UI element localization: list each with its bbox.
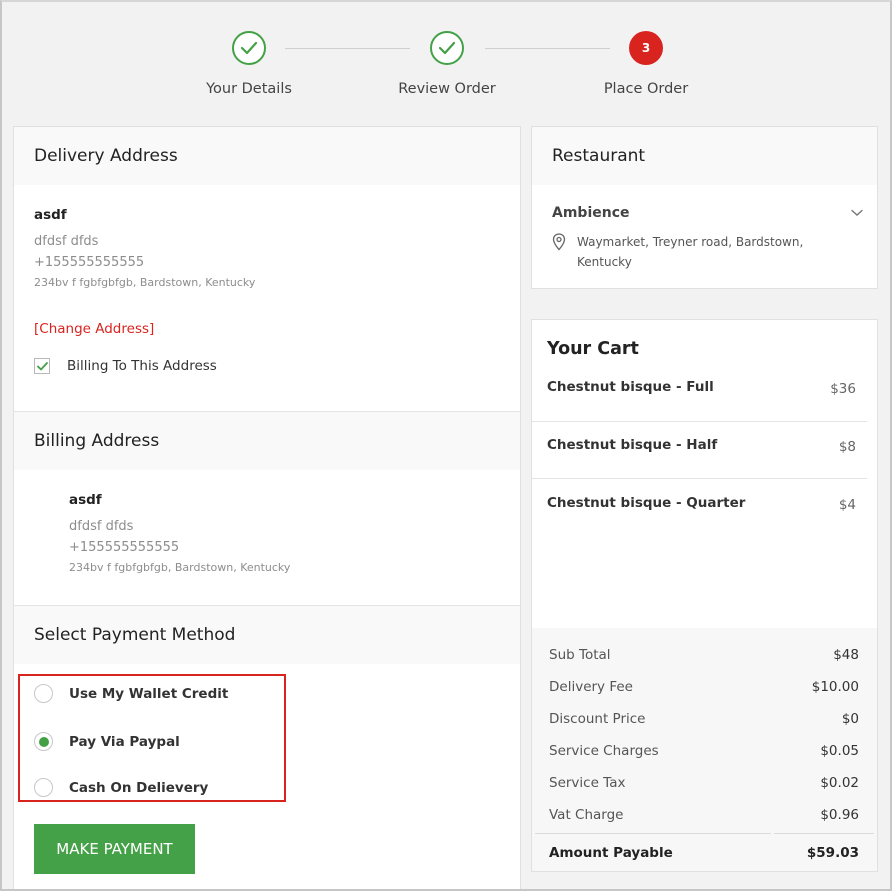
restaurant-address: Waymarket, Treyner road, Bardstown, Kent… — [577, 232, 803, 272]
make-payment-button[interactable]: MAKE PAYMENT — [34, 824, 195, 874]
checkout-left-panel: Delivery Address asdf dfdsf dfds +155555… — [13, 126, 521, 891]
cart-item-price: $8 — [838, 439, 856, 455]
payment-option-label: Use My Wallet Credit — [69, 685, 229, 702]
payment-option-label: Cash On Delievery — [69, 779, 209, 796]
restaurant-name: Ambience — [552, 205, 630, 221]
billing-to-this-address-label: Billing To This Address — [67, 358, 217, 374]
total-label: Service Charges — [549, 743, 659, 759]
checkout-stepper: Your Details Review Order 3 Place Order — [0, 0, 892, 120]
delivery-address-block: asdf dfdsf dfds +155555555555 234bv f fg… — [34, 207, 255, 289]
cart-item-name: Chestnut bisque - Quarter — [547, 495, 746, 511]
total-row: Delivery Fee $10.00 — [532, 679, 877, 695]
restaurant-address-line1: Waymarket, Treyner road, Bardstown, — [577, 235, 804, 249]
radio-selected-dot — [38, 736, 49, 747]
total-value: $0.02 — [820, 775, 859, 791]
total-label: Service Tax — [549, 775, 626, 791]
location-pin-icon — [552, 233, 566, 251]
billing-address-heading: Billing Address — [14, 412, 520, 470]
delivery-address: 234bv f fgbfgbfgb, Bardstown, Kentucky — [34, 276, 256, 289]
total-value: $10.00 — [811, 679, 859, 695]
wallet-radio[interactable] — [34, 684, 53, 703]
delivery-phone: +155555555555 — [34, 255, 145, 270]
billing-address: 234bv f fgbfgbfgb, Bardstown, Kentucky — [69, 561, 291, 574]
paypal-radio[interactable] — [34, 732, 53, 751]
billing-name: asdf — [69, 492, 102, 508]
amount-payable-value: $59.03 — [806, 845, 859, 861]
check-icon — [232, 31, 266, 65]
step-place-order[interactable]: 3 Place Order — [556, 31, 736, 97]
cart-item-price: $4 — [838, 497, 856, 513]
cart-totals: Sub Total $48 Delivery Fee $10.00 Discou… — [532, 628, 877, 871]
billing-phone: +155555555555 — [69, 540, 180, 555]
total-label: Sub Total — [549, 647, 611, 663]
total-label: Delivery Fee — [549, 679, 633, 695]
payment-options-group: Use My Wallet Credit Pay Via Paypal Cash… — [18, 674, 286, 802]
total-label: Vat Charge — [549, 807, 624, 823]
billing-address-block: asdf dfdsf dfds +155555555555 234bv f fg… — [69, 492, 290, 574]
totals-divider — [535, 833, 771, 834]
total-row: Discount Price $0 — [532, 711, 877, 727]
payment-method-heading: Select Payment Method — [14, 606, 520, 664]
step-label: Review Order — [398, 81, 496, 97]
totals-divider — [774, 833, 874, 834]
restaurant-row[interactable]: Ambience — [552, 205, 863, 221]
payment-option-wallet[interactable]: Use My Wallet Credit — [34, 684, 228, 703]
step-label: Place Order — [603, 81, 689, 97]
delivery-name: asdf — [34, 207, 67, 223]
total-value: $0 — [841, 711, 859, 727]
checkmark-icon — [36, 361, 48, 370]
restaurant-location: Waymarket, Treyner road, Bardstown, Kent… — [552, 232, 803, 272]
total-row: Service Charges $0.05 — [532, 743, 877, 759]
billing-line1: dfdsf dfds — [69, 519, 134, 534]
change-address-link[interactable]: [Change Address] — [34, 321, 154, 337]
cart-item-name: Chestnut bisque - Half — [547, 437, 718, 453]
total-value: $0.05 — [820, 743, 859, 759]
payment-option-paypal[interactable]: Pay Via Paypal — [34, 732, 180, 751]
cart-item: Chestnut bisque - Half $8 — [547, 437, 856, 455]
step-label: Your Details — [206, 81, 292, 97]
cart-panel: Your Cart Chestnut bisque - Full $36 Che… — [531, 319, 878, 872]
billing-to-this-address-checkbox[interactable] — [34, 358, 50, 374]
cart-item: Chestnut bisque - Full $36 — [547, 379, 856, 397]
total-row: Vat Charge $0.96 — [532, 807, 877, 823]
cart-item: Chestnut bisque - Quarter $4 — [547, 495, 856, 513]
billing-to-this-address-row[interactable]: Billing To This Address — [34, 358, 217, 374]
total-row: Service Tax $0.02 — [532, 775, 877, 791]
step-your-details[interactable]: Your Details — [159, 31, 339, 97]
total-value: $0.96 — [820, 807, 859, 823]
delivery-line1: dfdsf dfds — [34, 234, 99, 249]
step-review-order[interactable]: Review Order — [357, 31, 537, 97]
payment-option-cod[interactable]: Cash On Delievery — [34, 778, 208, 797]
step-number-badge: 3 — [629, 31, 663, 65]
restaurant-heading: Restaurant — [532, 127, 877, 185]
amount-payable-label: Amount Payable — [549, 845, 673, 861]
restaurant-panel: Restaurant Ambience Waymarket, Treyner r… — [531, 126, 878, 289]
restaurant-address-line2: Kentucky — [577, 255, 632, 269]
cart-heading: Your Cart — [547, 339, 639, 359]
total-label: Discount Price — [549, 711, 646, 727]
payment-option-label: Pay Via Paypal — [69, 733, 180, 750]
check-icon — [430, 31, 464, 65]
amount-payable-row: Amount Payable $59.03 — [532, 845, 877, 861]
cart-divider — [532, 421, 867, 422]
chevron-down-icon[interactable] — [851, 209, 863, 217]
cod-radio[interactable] — [34, 778, 53, 797]
total-row: Sub Total $48 — [532, 647, 877, 663]
total-value: $48 — [833, 647, 859, 663]
cart-item-name: Chestnut bisque - Full — [547, 379, 714, 395]
cart-item-price: $36 — [830, 381, 856, 397]
cart-divider — [532, 478, 867, 479]
delivery-address-heading: Delivery Address — [14, 127, 520, 185]
